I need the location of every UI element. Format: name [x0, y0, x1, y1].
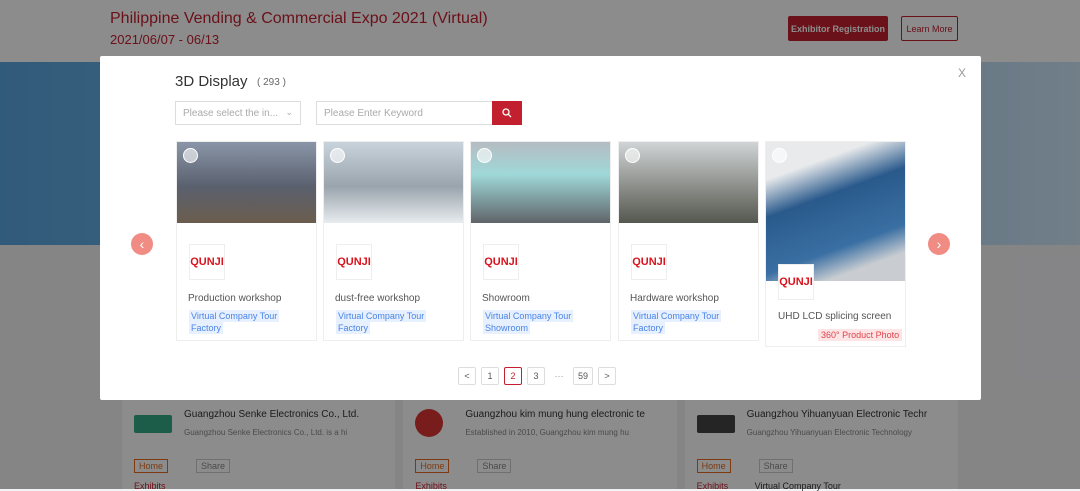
qunji-logo: QUNJI [778, 264, 814, 300]
tag-virtual-tour: Virtual Company Tour [631, 310, 722, 322]
card-name: Production workshop [188, 293, 282, 304]
tag-product-photo: 360° Product Photo [818, 329, 903, 341]
display-card[interactable]: QUNJI Production workshop Virtual Compan… [176, 141, 317, 341]
card-name: UHD LCD splicing screen [778, 311, 892, 322]
close-icon[interactable]: X [958, 66, 966, 80]
showroom-photo [471, 142, 610, 223]
qunji-logo: QUNJI [483, 244, 519, 280]
tag-category: Factory [631, 322, 666, 334]
vr-360-icon [772, 148, 787, 163]
search-icon [502, 108, 512, 118]
tag-category: Showroom [483, 322, 531, 334]
search-button[interactable] [492, 101, 522, 125]
page-2-current[interactable]: 2 [504, 367, 522, 385]
qunji-logo: QUNJI [189, 244, 225, 280]
display-card[interactable]: QUNJI dust-free workshop Virtual Company… [323, 141, 464, 341]
card-name: Showroom [482, 293, 530, 304]
modal-title: 3D Display [175, 73, 248, 90]
workshop-photo [177, 142, 316, 223]
industry-select[interactable]: Please select the in... ⌄ [175, 101, 301, 125]
vr-360-icon [477, 148, 492, 163]
pagination: < 1 2 3 ··· 59 > [458, 367, 616, 385]
vr-360-icon [330, 148, 345, 163]
page-ellipsis[interactable]: ··· [550, 367, 568, 385]
tag-category: Factory [189, 322, 224, 334]
lcd-screen-photo [766, 142, 905, 281]
page-prev-button[interactable]: < [458, 367, 476, 385]
page-last[interactable]: 59 [573, 367, 593, 385]
carousel-next-button[interactable]: › [928, 233, 950, 255]
qunji-logo: QUNJI [336, 244, 372, 280]
vr-360-icon [625, 148, 640, 163]
display-card[interactable]: QUNJI UHD LCD splicing screen 360° Produ… [765, 141, 906, 347]
workshop-photo [619, 142, 758, 223]
carousel-prev-button[interactable]: ‹ [131, 233, 153, 255]
tag-virtual-tour: Virtual Company Tour [483, 310, 574, 322]
tag-virtual-tour: Virtual Company Tour [189, 310, 280, 322]
tag-virtual-tour: Virtual Company Tour [336, 310, 427, 322]
3d-display-modal: 3D Display ( 293 ) X Please select the i… [100, 56, 981, 400]
display-card[interactable]: QUNJI Hardware workshop Virtual Company … [618, 141, 759, 341]
card-name: Hardware workshop [630, 293, 719, 304]
workshop-photo [324, 142, 463, 223]
page-next-button[interactable]: > [598, 367, 616, 385]
page-1[interactable]: 1 [481, 367, 499, 385]
page-3[interactable]: 3 [527, 367, 545, 385]
display-card[interactable]: QUNJI Showroom Virtual Company Tour Show… [470, 141, 611, 341]
result-count: ( 293 ) [257, 77, 286, 88]
qunji-logo: QUNJI [631, 244, 667, 280]
tag-category: Factory [336, 322, 371, 334]
select-placeholder: Please select the in... [183, 108, 279, 119]
chevron-down-icon: ⌄ [285, 107, 293, 117]
keyword-search-input[interactable] [316, 101, 492, 125]
vr-360-icon [183, 148, 198, 163]
card-name: dust-free workshop [335, 293, 421, 304]
